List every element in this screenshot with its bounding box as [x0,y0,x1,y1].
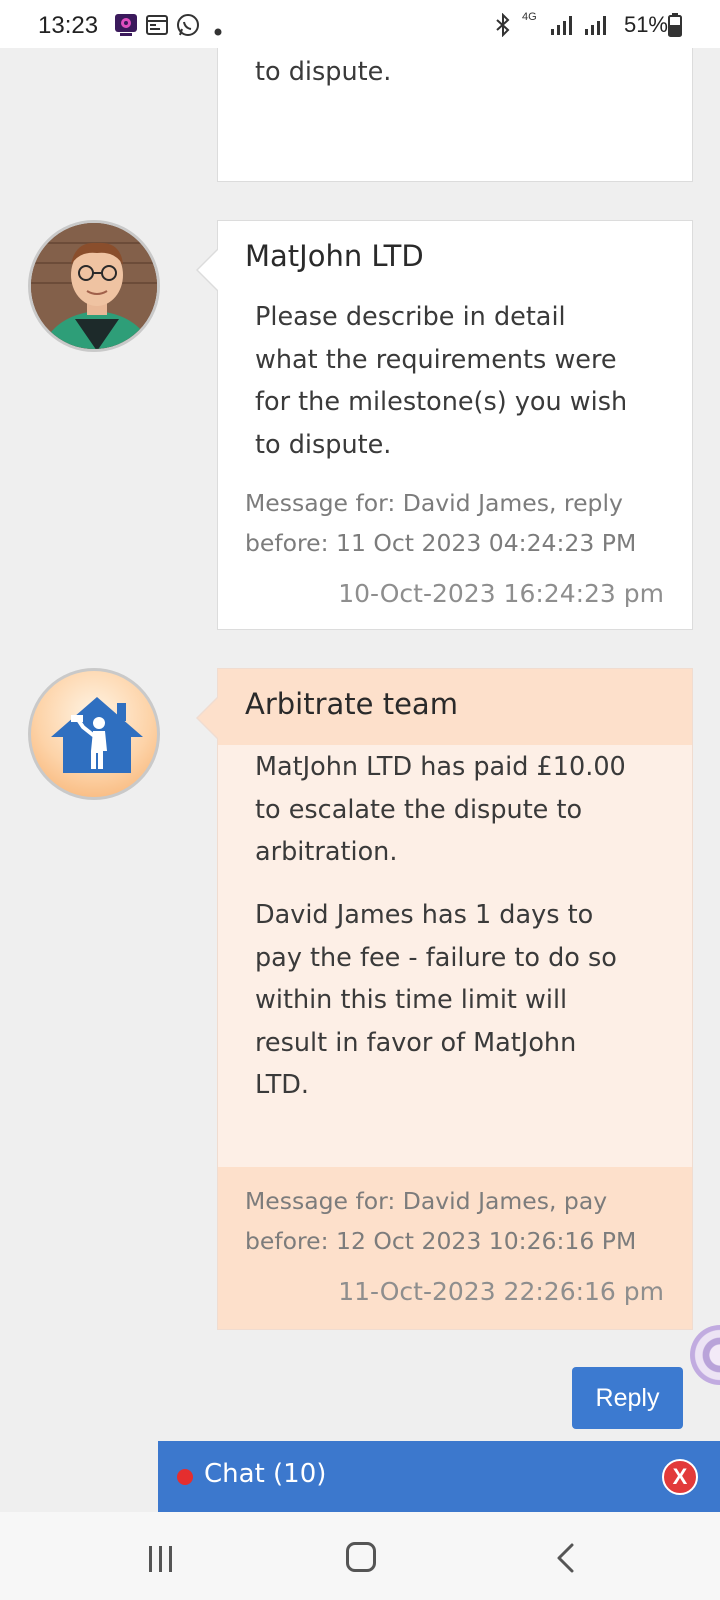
message-body-paragraph-1: MatJohn LTD has paid £10.00 to escalate … [255,752,626,867]
system-navigation-bar [0,1512,720,1600]
home-icon[interactable] [346,1542,376,1572]
bubble-pointer [196,696,219,740]
status-time: 13:23 [38,12,99,39]
message-meta: Message for: David James, reply before: … [245,489,637,557]
sender-avatar-arbitrate[interactable] [28,668,160,800]
recent-apps-icon[interactable] [146,1544,176,1578]
chat-close-button[interactable]: X [662,1459,698,1495]
message-date: 10-Oct-2023 16:24:23 pm [338,579,664,608]
network-type: 4G [522,11,537,23]
message-card-matjohn: MatJohn LTD Please describe in detail wh… [196,220,693,630]
floating-assistant-bubble[interactable] [690,1325,720,1385]
reply-button[interactable]: Reply [572,1367,683,1429]
sender-avatar-matjohn[interactable] [28,220,160,352]
message-body: to dispute. [255,57,392,87]
status-bar: 13:23 4G 51% [0,0,720,48]
chat-label[interactable]: Chat (10) [204,1459,326,1489]
sender-name: MatJohn LTD [245,239,424,273]
message-footer: Message for: David James, pay before: 12… [218,1167,692,1329]
bluetooth-icon [494,12,512,41]
message-meta: Message for: David James, pay before: 12… [245,1187,637,1255]
message-header: Arbitrate team [218,669,692,745]
chat-bar[interactable]: Chat (10) X [158,1441,720,1512]
battery-percent: 51% [623,12,668,37]
signal-icon [549,13,613,41]
battery-icon [668,13,682,41]
whatsapp-icon [176,13,200,41]
message-body: Please describe in detail what the requi… [255,302,628,460]
dot-icon [214,21,222,40]
message-card-arbitrate: Arbitrate team MatJohn LTD has paid £10.… [196,668,693,1330]
app-notification-icon [114,13,138,41]
message-body-paragraph-2: David James has 1 days to pay the fee - … [255,900,617,1100]
message-date: 11-Oct-2023 22:26:16 pm [338,1277,664,1306]
bubble-pointer [196,248,219,292]
back-icon[interactable] [554,1542,576,1578]
sender-name: Arbitrate team [245,687,458,721]
house-worker-icon [51,697,143,773]
calendar-icon [145,13,169,41]
online-status-dot [177,1469,193,1485]
